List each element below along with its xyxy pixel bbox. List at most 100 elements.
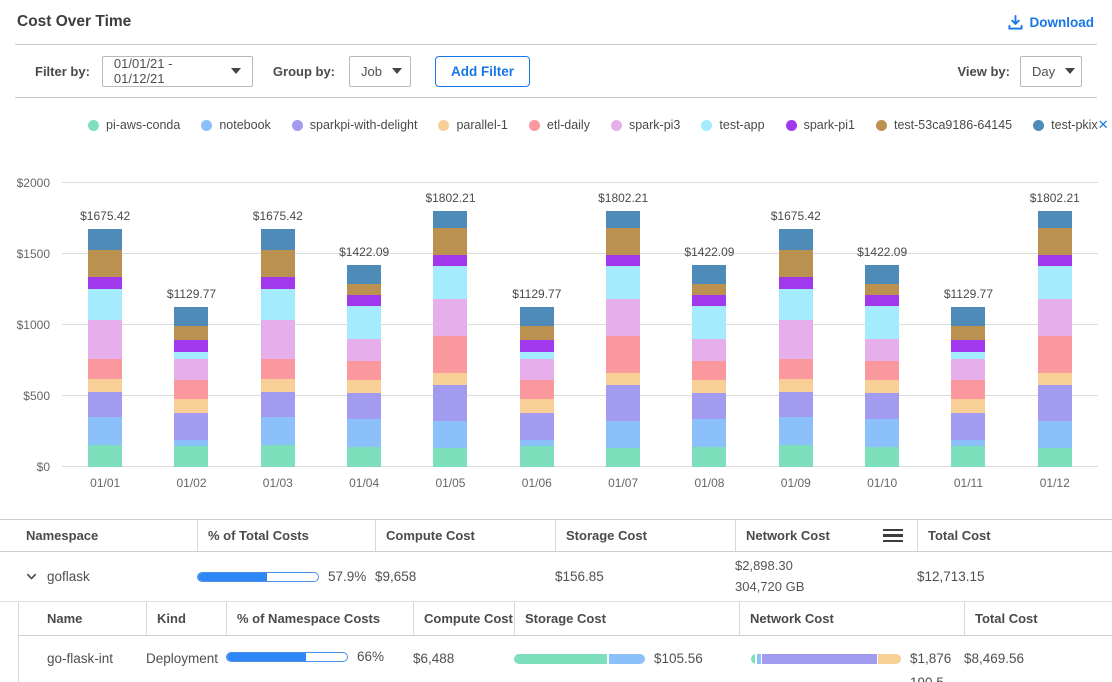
bar-segment-test-53ca9186-64145[interactable] bbox=[779, 250, 813, 277]
bar-segment-pi-aws-conda[interactable] bbox=[779, 445, 813, 467]
bar-segment-etl-daily[interactable] bbox=[1038, 336, 1072, 373]
chevron-down-icon[interactable] bbox=[26, 571, 37, 582]
bar-segment-test-app[interactable] bbox=[606, 266, 640, 299]
chart-bar-01/07[interactable]: $1802.2101/07 bbox=[606, 211, 640, 467]
legend-item-pi-aws-conda[interactable]: pi-aws-conda bbox=[88, 118, 180, 132]
bar-segment-spark-pi3[interactable] bbox=[433, 299, 467, 336]
bar-segment-notebook[interactable] bbox=[433, 421, 467, 448]
bar-segment-etl-daily[interactable] bbox=[692, 361, 726, 380]
bar-segment-spark-pi3[interactable] bbox=[520, 359, 554, 380]
bar-segment-test-53ca9186-64145[interactable] bbox=[347, 284, 381, 295]
bar-segment-notebook[interactable] bbox=[347, 419, 381, 447]
bar-segment-notebook[interactable] bbox=[1038, 421, 1072, 448]
bar-segment-pi-aws-conda[interactable] bbox=[606, 448, 640, 467]
legend-item-parallel-1[interactable]: parallel-1 bbox=[438, 118, 507, 132]
bar-segment-pi-aws-conda[interactable] bbox=[174, 446, 208, 467]
bar-segment-test-app[interactable] bbox=[692, 306, 726, 339]
bar-segment-pi-aws-conda[interactable] bbox=[261, 445, 295, 467]
bar-segment-notebook[interactable] bbox=[261, 417, 295, 444]
bar-segment-test-app[interactable] bbox=[174, 352, 208, 359]
bar-segment-spark-pi3[interactable] bbox=[951, 359, 985, 380]
view-by-dropdown[interactable]: Day bbox=[1020, 56, 1082, 87]
bar-segment-parallel-1[interactable] bbox=[779, 379, 813, 393]
bar-segment-etl-daily[interactable] bbox=[606, 336, 640, 373]
chart-bar-01/11[interactable]: $1129.7701/11 bbox=[951, 307, 985, 467]
bar-segment-parallel-1[interactable] bbox=[692, 380, 726, 393]
bar-segment-spark-pi1[interactable] bbox=[779, 277, 813, 289]
bar-segment-test-pkix[interactable] bbox=[347, 265, 381, 284]
bar-segment-test-53ca9186-64145[interactable] bbox=[88, 250, 122, 277]
bar-segment-spark-pi3[interactable] bbox=[779, 320, 813, 359]
chart-bar-01/01[interactable]: $1675.4201/01 bbox=[88, 229, 122, 467]
bar-segment-parallel-1[interactable] bbox=[951, 399, 985, 413]
bar-segment-sparkpi-with-delight[interactable] bbox=[951, 413, 985, 440]
bar-segment-spark-pi3[interactable] bbox=[1038, 299, 1072, 336]
bar-segment-etl-daily[interactable] bbox=[951, 380, 985, 399]
bar-segment-test-app[interactable] bbox=[88, 289, 122, 320]
bar-segment-test-pkix[interactable] bbox=[88, 229, 122, 250]
bar-segment-pi-aws-conda[interactable] bbox=[433, 448, 467, 467]
chart-bar-01/06[interactable]: $1129.7701/06 bbox=[520, 307, 554, 467]
add-filter-button[interactable]: Add Filter bbox=[435, 56, 530, 87]
column-menu-icon[interactable] bbox=[881, 527, 905, 545]
bar-segment-pi-aws-conda[interactable] bbox=[347, 447, 381, 467]
bar-segment-test-53ca9186-64145[interactable] bbox=[261, 250, 295, 277]
bar-segment-test-pkix[interactable] bbox=[865, 265, 899, 284]
chart-bar-01/12[interactable]: $1802.2101/12 bbox=[1038, 211, 1072, 467]
bar-segment-sparkpi-with-delight[interactable] bbox=[606, 385, 640, 421]
legend-item-test-53ca9186-64145[interactable]: test-53ca9186-64145 bbox=[876, 118, 1012, 132]
bar-segment-sparkpi-with-delight[interactable] bbox=[347, 393, 381, 419]
bar-segment-spark-pi1[interactable] bbox=[606, 255, 640, 266]
bar-segment-spark-pi1[interactable] bbox=[174, 340, 208, 352]
bar-segment-notebook[interactable] bbox=[865, 419, 899, 447]
bar-segment-notebook[interactable] bbox=[692, 419, 726, 447]
bar-segment-test-app[interactable] bbox=[261, 289, 295, 320]
bar-segment-spark-pi3[interactable] bbox=[606, 299, 640, 336]
bar-segment-test-pkix[interactable] bbox=[520, 307, 554, 326]
date-range-dropdown[interactable]: 01/01/21 - 01/12/21 bbox=[102, 56, 253, 87]
deselect-all-button[interactable]: ✕ Deselect All bbox=[1098, 111, 1112, 139]
bar-segment-pi-aws-conda[interactable] bbox=[951, 446, 985, 467]
bar-segment-parallel-1[interactable] bbox=[433, 373, 467, 386]
bar-segment-test-53ca9186-64145[interactable] bbox=[520, 326, 554, 340]
bar-segment-parallel-1[interactable] bbox=[865, 380, 899, 393]
bar-segment-spark-pi3[interactable] bbox=[865, 339, 899, 360]
bar-segment-spark-pi1[interactable] bbox=[88, 277, 122, 289]
bar-segment-etl-daily[interactable] bbox=[433, 336, 467, 373]
table-row[interactable]: goflask 57.9% $9,658 $156.85 $2,898.30 3… bbox=[0, 552, 1112, 602]
bar-segment-test-app[interactable] bbox=[865, 306, 899, 339]
bar-segment-pi-aws-conda[interactable] bbox=[520, 446, 554, 467]
bar-segment-test-pkix[interactable] bbox=[433, 211, 467, 228]
bar-segment-sparkpi-with-delight[interactable] bbox=[1038, 385, 1072, 421]
bar-segment-test-53ca9186-64145[interactable] bbox=[951, 326, 985, 340]
bar-segment-spark-pi1[interactable] bbox=[433, 255, 467, 266]
bar-segment-test-app[interactable] bbox=[347, 306, 381, 339]
chart-bar-01/08[interactable]: $1422.0901/08 bbox=[692, 265, 726, 467]
bar-segment-test-app[interactable] bbox=[779, 289, 813, 320]
chart-bar-01/03[interactable]: $1675.4201/03 bbox=[261, 229, 295, 467]
bar-segment-etl-daily[interactable] bbox=[865, 361, 899, 380]
bar-segment-test-pkix[interactable] bbox=[951, 307, 985, 326]
bar-segment-etl-daily[interactable] bbox=[779, 359, 813, 378]
bar-segment-spark-pi1[interactable] bbox=[347, 295, 381, 306]
bar-segment-pi-aws-conda[interactable] bbox=[692, 447, 726, 467]
bar-segment-sparkpi-with-delight[interactable] bbox=[261, 392, 295, 417]
bar-segment-notebook[interactable] bbox=[606, 421, 640, 448]
bar-segment-test-53ca9186-64145[interactable] bbox=[865, 284, 899, 295]
bar-segment-etl-daily[interactable] bbox=[520, 380, 554, 399]
bar-segment-test-pkix[interactable] bbox=[692, 265, 726, 284]
detail-table-row[interactable]: go-flask-int Deployment 66% $6,488 $105.… bbox=[19, 636, 1112, 682]
chart-bar-01/04[interactable]: $1422.0901/04 bbox=[347, 265, 381, 467]
bar-segment-spark-pi1[interactable] bbox=[520, 340, 554, 352]
bar-segment-parallel-1[interactable] bbox=[606, 373, 640, 386]
bar-segment-test-app[interactable] bbox=[951, 352, 985, 359]
bar-segment-test-53ca9186-64145[interactable] bbox=[692, 284, 726, 295]
bar-segment-spark-pi1[interactable] bbox=[692, 295, 726, 306]
bar-segment-parallel-1[interactable] bbox=[174, 399, 208, 413]
legend-item-etl-daily[interactable]: etl-daily bbox=[529, 118, 590, 132]
legend-item-test-pkix[interactable]: test-pkix bbox=[1033, 118, 1098, 132]
bar-segment-test-pkix[interactable] bbox=[174, 307, 208, 326]
bar-segment-spark-pi1[interactable] bbox=[261, 277, 295, 289]
bar-segment-notebook[interactable] bbox=[779, 417, 813, 444]
bar-segment-parallel-1[interactable] bbox=[1038, 373, 1072, 386]
